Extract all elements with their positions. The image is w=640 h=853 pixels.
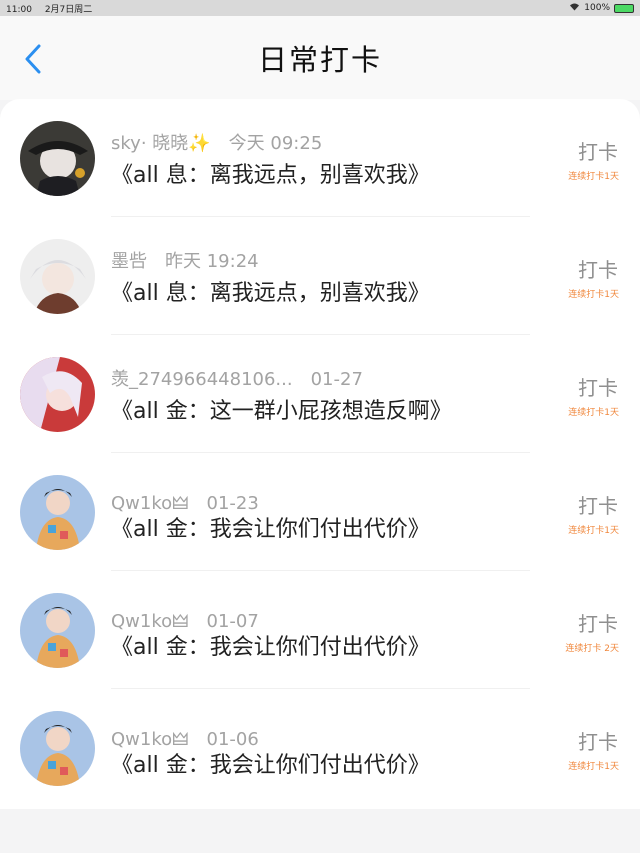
status-right: 100% [569,2,634,14]
checkin-button[interactable]: 打卡 [578,372,618,401]
status-bar: 11:00 2月7日周二 100% [0,0,640,16]
battery-icon [614,3,634,13]
user-name: 羡_274966448106... [111,369,293,390]
avatar[interactable] [20,711,95,786]
list-item[interactable]: Qw1ko🜲 01-23 《all 金：我会让你们付出代价》 打卡 连续打卡1天 [0,453,640,571]
checkin-list: sky· 晓晓✨ 今天 09:25 《all 息：离我远点，别喜欢我》 打卡 连续… [0,99,640,809]
streak-label: 连续打卡 2天 [565,644,619,654]
streak-label: 连续打卡1天 [568,526,619,536]
streak-label: 连续打卡1天 [568,290,619,300]
user-name: 墨呰 [111,251,147,272]
status-date: 2月7日周二 [44,4,93,15]
streak-label: 连续打卡1天 [568,762,619,772]
streak-label: 连续打卡1天 [568,172,619,182]
post-content: 《all 金：我会让你们付出代价》 [111,753,430,778]
header: 日常打卡 [0,16,640,100]
checkin-button[interactable]: 打卡 [578,608,618,637]
meta: 墨呰 昨天 19:24 [111,247,259,273]
post-time: 今天 09:25 [228,133,323,154]
meta: 羡_274966448106... 01-27 [111,365,363,391]
post-time: 昨天 19:24 [165,251,259,272]
list-item[interactable]: sky· 晓晓✨ 今天 09:25 《all 息：离我远点，别喜欢我》 打卡 连续… [0,99,640,217]
page-title: 日常打卡 [257,43,382,77]
checkin-button[interactable]: 打卡 [578,254,618,283]
streak-label: 连续打卡1天 [568,408,619,418]
avatar[interactable] [20,593,95,668]
list-item[interactable]: 墨呰 昨天 19:24 《all 息：离我远点，别喜欢我》 打卡 连续打卡1天 [0,217,640,335]
checkin-button[interactable]: 打卡 [578,490,618,519]
user-name: sky· 晓晓✨ [111,133,211,154]
meta: sky· 晓晓✨ 今天 09:25 [111,129,322,155]
post-time: 01-27 [310,369,363,390]
checkin-button[interactable]: 打卡 [578,726,618,755]
checkin-button[interactable]: 打卡 [578,136,618,165]
back-button[interactable] [18,44,48,74]
post-content: 《all 息：离我远点，别喜欢我》 [111,163,430,188]
chevron-left-icon [25,44,41,74]
post-content: 《all 息：离我远点，别喜欢我》 [111,281,430,306]
post-content: 《all 金：这一群小屁孩想造反啊》 [111,399,452,424]
status-time: 11:00 [6,4,32,15]
status-battery-text: 100% [584,3,610,13]
post-content: 《all 金：我会让你们付出代价》 [111,635,430,660]
avatar[interactable] [20,239,95,314]
avatar[interactable] [20,121,95,196]
avatar[interactable] [20,357,95,432]
list-item[interactable]: 羡_274966448106... 01-27 《all 金：这一群小屁孩想造反啊… [0,335,640,453]
wifi-icon [569,2,580,14]
status-left: 11:00 2月7日周二 [6,2,102,15]
list-item[interactable]: Qw1ko🜲 01-06 《all 金：我会让你们付出代价》 打卡 连续打卡1天 [0,689,640,807]
list-item[interactable]: Qw1ko🜲 01-07 《all 金：我会让你们付出代价》 打卡 连续打卡 2天 [0,571,640,689]
avatar[interactable] [20,475,95,550]
post-content: 《all 金：我会让你们付出代价》 [111,517,430,542]
